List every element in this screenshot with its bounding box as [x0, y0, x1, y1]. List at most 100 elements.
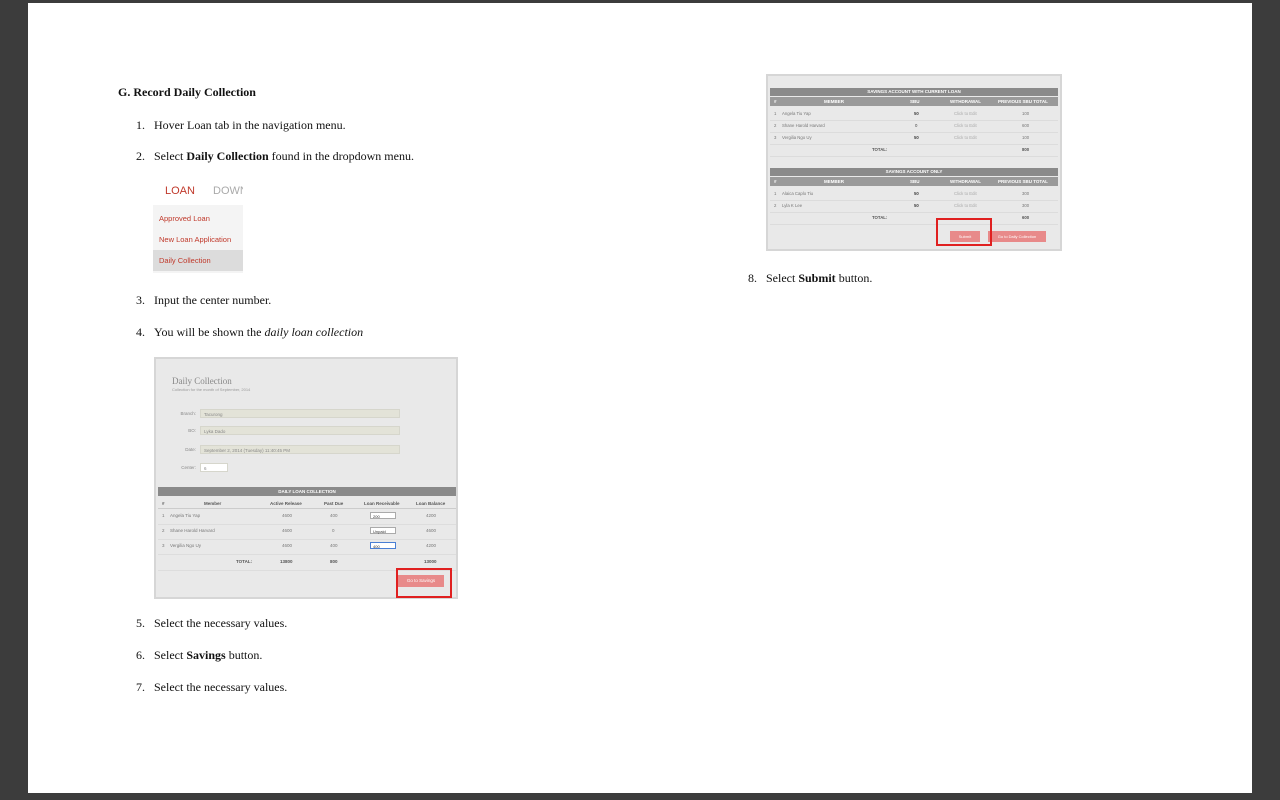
row-withdrawal: Click to Edit [954, 135, 977, 140]
row-past-due: 0 [332, 528, 335, 533]
menu-item-approved-loan: Approved Loan [159, 214, 210, 223]
step-1: 1. Hover Loan tab in the navigation menu. [136, 118, 346, 133]
step-5: 5. Select the necessary values. [136, 616, 287, 631]
total-label: TOTAL: [236, 559, 253, 564]
col-withdrawal: WITHDRAWAL [950, 179, 981, 184]
step-3: 3. Input the center number. [136, 293, 271, 308]
sv-table1-title: SAVINGS ACCOUNT WITH CURRENT LOAN [770, 88, 1058, 96]
totals-row: TOTAL: 800 [770, 144, 1058, 157]
step-7: 7. Select the necessary values. [136, 680, 287, 695]
total-label: TOTAL: [872, 147, 888, 152]
total-label: TOTAL: [872, 215, 888, 220]
dc-title: Daily Collection [172, 376, 232, 386]
col-sbu: SBU [910, 99, 920, 104]
col-previous-sbu-total: PREVIOUS SBU TOTAL [998, 179, 1048, 184]
row-past-due: 400 [330, 513, 338, 518]
row-sbu: 50 [914, 135, 919, 140]
center-label: Center: [181, 465, 196, 470]
row-sbu: 50 [914, 191, 919, 196]
dc-subtitle: Collection for the month of September, 2… [172, 387, 251, 392]
row-withdrawal: Click to Edit [954, 203, 977, 208]
step-number: 5. [136, 616, 145, 630]
step-number: 4. [136, 325, 145, 339]
step-text: button. [835, 271, 873, 285]
download-tab: DOWN [213, 185, 243, 197]
col-member: MEMBER [824, 179, 844, 184]
step-emphasis: Daily Collection [186, 149, 269, 163]
step-8: 8. Select Submit button. [748, 271, 872, 286]
section-heading: G. Record Daily Collection [118, 85, 256, 99]
step-text: Select the necessary values. [154, 680, 288, 694]
row-past-due: 400 [330, 543, 338, 548]
step-text: found in the dropdown menu. [268, 149, 414, 163]
row-index: 2 [162, 528, 165, 533]
col-active-release: Active Release [270, 501, 302, 506]
step-text: Select the necessary values. [154, 616, 288, 630]
row-member: Lyla K Lee [782, 203, 803, 208]
total-past-due: 800 [330, 559, 338, 564]
row-sbu: 50 [914, 203, 919, 208]
row-member: Vergilia Ngo Uy [170, 543, 202, 548]
row-index: 2 [774, 123, 777, 128]
col-previous-sbu-total: PREVIOUS SBU TOTAL [998, 99, 1048, 104]
loan-receivable-select: 200 [370, 512, 396, 519]
total-active-release: 13800 [280, 559, 293, 564]
row-loan-balance: 4200 [426, 513, 437, 518]
menu-item-new-loan-application: New Loan Application [159, 235, 232, 244]
row-previous-sbu: 100 [1022, 135, 1030, 140]
row-member: Angela Tiu Yap [782, 111, 811, 116]
col-number: # [162, 501, 165, 506]
row-withdrawal: Click to Edit [954, 191, 977, 196]
highlight-submit-box [936, 218, 992, 246]
branch-field: Tacurong [200, 409, 400, 418]
total-loan-balance: 13000 [424, 559, 437, 564]
step-text: Hover Loan tab in the navigation menu. [154, 118, 346, 132]
savings-screenshot: SAVINGS ACCOUNT WITH CURRENT LOAN # MEMB… [766, 74, 1062, 251]
col-number: # [774, 179, 777, 184]
step-number: 8. [748, 271, 757, 285]
row-sbu: 0 [915, 123, 918, 128]
row-index: 3 [774, 135, 777, 140]
row-index: 1 [774, 191, 777, 196]
row-member: Shane Harold Harvard [170, 528, 215, 533]
col-member: MEMBER [824, 99, 844, 104]
total-previous-sbu: 600 [1022, 215, 1030, 220]
step-text: Select [154, 149, 187, 163]
loan-receivable-select: 400 [370, 542, 396, 549]
row-index: 1 [774, 111, 777, 116]
row-loan-balance: 4200 [426, 543, 437, 548]
menu-tabs: LOAN DOWN [153, 181, 243, 205]
row-sbu: 50 [914, 111, 919, 116]
step-number: 1. [136, 118, 145, 132]
step-emphasis: Savings [186, 648, 226, 662]
bo-label: BO: [188, 428, 196, 433]
branch-label: Branch: [180, 411, 196, 416]
step-text: Select [154, 648, 187, 662]
step-number: 6. [136, 648, 145, 662]
row-member: Angela Tiu Yap [170, 513, 201, 518]
date-label: Date: [185, 447, 196, 452]
row-member: Shane Harold Harvard [782, 123, 825, 128]
sv-table1-header: # MEMBER SBU WITHDRAWAL PREVIOUS SBU TOT… [770, 97, 1058, 106]
step-2: 2. Select Daily Collection found in the d… [136, 149, 414, 164]
row-member: Alaica Caplo Tiu [782, 191, 814, 196]
table-row: 1 Angela Tiu Yap 4600 400 200 4200 [158, 510, 456, 525]
table-row: 2 Shane Harold Harvard 4600 0 Unpaid 460… [158, 525, 456, 540]
date-field: September 2, 2014 (Tuesday) 11:40:45 PM [200, 445, 400, 454]
step-number: 7. [136, 680, 145, 694]
step-4: 4. You will be shown the daily loan colle… [136, 325, 363, 340]
menu-item-daily-collection: Daily Collection [153, 250, 243, 271]
row-index: 1 [162, 513, 165, 518]
col-number: # [774, 99, 777, 104]
center-input: 6 [200, 463, 228, 472]
col-loan-balance: Loan Balance [416, 501, 446, 506]
step-text: Input the center number. [154, 293, 272, 307]
table-row: 3 Vergilia Ngo Uy 4600 400 400 4200 [158, 540, 456, 555]
row-previous-sbu: 300 [1022, 191, 1030, 196]
row-active-release: 4600 [282, 513, 293, 518]
bo-field: Lyka Dado [200, 426, 400, 435]
step-text: You will be shown the [154, 325, 265, 339]
row-member: Vergilia Ngo Uy [782, 135, 812, 140]
highlight-savings-box [396, 568, 452, 598]
step-6: 6. Select Savings button. [136, 648, 262, 663]
